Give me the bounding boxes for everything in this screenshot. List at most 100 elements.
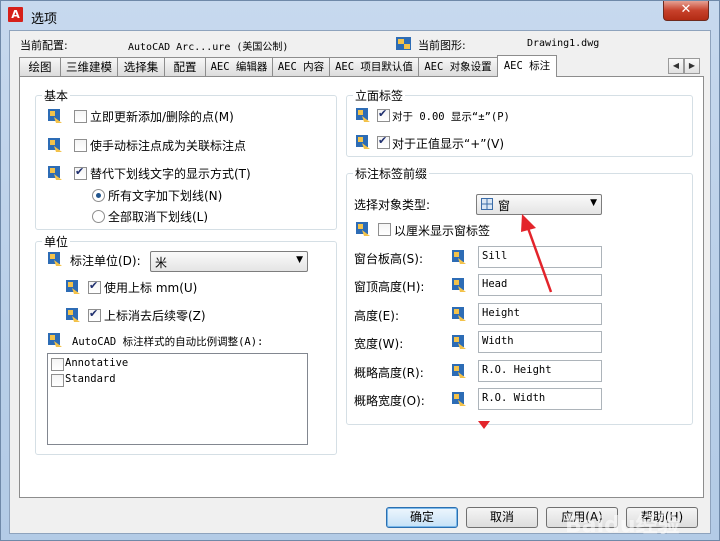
dialog-window: A 选项 ✕ 当前配置: AutoCAD Arc...ure (美国公制) 当前… — [0, 0, 720, 541]
style-name: Annotative — [65, 357, 129, 369]
rough-width-input[interactable]: R.O. Width — [478, 388, 602, 410]
chevron-down-icon: ▼ — [590, 198, 597, 208]
autoscale-label: AutoCAD 标注样式的自动比例调整(A): — [72, 336, 264, 348]
height-input[interactable]: Height — [478, 303, 602, 325]
annotation-arrow-icon — [521, 214, 553, 293]
height-label: 高度(E): — [354, 309, 399, 323]
drawing-setting-icon — [48, 333, 62, 347]
tab-scroll-right-button[interactable]: ▶ — [684, 58, 700, 74]
drawing-setting-icon — [66, 308, 80, 322]
underline-all-radio[interactable] — [92, 189, 105, 202]
annotation-marker-icon — [478, 421, 490, 429]
rough-width-value: R.O. Width — [482, 392, 546, 404]
tab-aec-object-settings[interactable]: AEC 对象设置 — [418, 57, 498, 76]
object-type-select[interactable]: 窗 ▼ — [476, 194, 602, 215]
drawing-setting-icon — [452, 307, 466, 321]
tab-selection[interactable]: 选择集 — [117, 57, 165, 76]
dimension-styles-list[interactable]: Annotative Standard — [47, 353, 308, 445]
suppress-trailing-zeros-label: 上标消去后续零(Z) — [104, 309, 206, 323]
override-underline-checkbox[interactable] — [74, 165, 87, 180]
drawing-setting-icon — [48, 252, 62, 266]
width-input[interactable]: Width — [478, 331, 602, 353]
drawing-setting-icon — [48, 166, 62, 180]
associative-points-label: 使手动标注点成为关联标注点 — [90, 139, 247, 153]
watermark: Baidu经验 — [565, 513, 680, 538]
width-label: 宽度(W): — [354, 337, 404, 351]
dialog-title: 选项 — [31, 12, 58, 27]
drawing-setting-icon — [452, 250, 466, 264]
tab-aec-dimension[interactable]: AEC 标注 — [497, 55, 557, 77]
chevron-down-icon: ▼ — [296, 255, 303, 265]
close-button[interactable]: ✕ — [663, 1, 709, 21]
remove-underline-radio[interactable] — [92, 210, 105, 223]
style-name: Standard — [65, 373, 116, 385]
head-height-value: Head — [482, 278, 508, 290]
plus-positive-label: 对于正值显示“+”(V) — [392, 137, 505, 151]
rough-width-label: 概略宽度(O): — [354, 394, 425, 408]
drawing-setting-icon — [356, 108, 370, 122]
superscript-mm-checkbox[interactable] — [88, 279, 101, 294]
object-type-label: 选择对象类型: — [354, 198, 431, 212]
rough-height-input[interactable]: R.O. Height — [478, 360, 602, 382]
plus-positive-checkbox[interactable] — [377, 134, 390, 149]
drawing-setting-icon — [66, 280, 80, 294]
head-height-label: 窗顶高度(H): — [354, 280, 425, 294]
dimension-unit-select[interactable]: 米 ▼ — [150, 251, 308, 272]
dialog-client: 当前配置: AutoCAD Arc...ure (美国公制) 当前图形: Dra… — [9, 30, 711, 538]
tab-aec-content[interactable]: AEC 内容 — [272, 57, 330, 76]
tab-strip: 绘图 三维建模 选择集 配置 AEC 编辑器 AEC 内容 AEC 项目默认值 … — [19, 55, 669, 77]
update-points-checkbox[interactable] — [74, 110, 87, 123]
tab-profiles[interactable]: 配置 — [164, 57, 206, 76]
remove-underline-label: 全部取消下划线(L) — [108, 210, 209, 224]
centimeter-labels-label: 以厘米显示窗标签 — [394, 224, 491, 238]
override-underline-label: 替代下划线文字的显示方式(T) — [90, 167, 251, 181]
drawing-setting-icon — [452, 335, 466, 349]
current-config-label: 当前配置: — [20, 39, 68, 52]
width-value: Width — [482, 335, 514, 347]
tab-3d-modeling[interactable]: 三维建模 — [60, 57, 118, 76]
underline-all-label: 所有文字加下划线(N) — [108, 189, 223, 203]
drawing-setting-icon — [356, 222, 370, 236]
window-icon — [481, 198, 493, 210]
tab-panel-aec-dimension: 基本 立即更新添加/删除的点(M) 使手动标注点成为关联标注点 替代下划线文字的… — [19, 76, 704, 498]
current-config-value: AutoCAD Arc...ure (美国公制) — [128, 42, 289, 53]
dimension-unit-label: 标注单位(D): — [70, 254, 141, 268]
dimension-unit-value: 米 — [155, 256, 168, 270]
object-type-value: 窗 — [498, 199, 511, 213]
sill-height-label: 窗台板高(S): — [354, 252, 424, 266]
centimeter-labels-checkbox[interactable] — [378, 223, 391, 236]
drawing-setting-icon — [452, 364, 466, 378]
tab-drafting[interactable]: 绘图 — [19, 57, 61, 76]
cancel-button[interactable]: 取消 — [466, 507, 538, 528]
current-drawing-label: 当前图形: — [418, 39, 466, 52]
plus-minus-zero-checkbox[interactable] — [377, 107, 390, 122]
height-value: Height — [482, 307, 520, 319]
style-checkbox[interactable] — [51, 358, 64, 371]
basic-group-title: 基本 — [42, 87, 71, 104]
style-checkbox[interactable] — [51, 374, 64, 387]
current-drawing-value: Drawing1.dwg — [527, 38, 600, 49]
units-group-title: 单位 — [42, 233, 71, 250]
rough-height-value: R.O. Height — [482, 364, 552, 376]
drawing-setting-icon — [48, 109, 62, 123]
label-prefix-title: 标注标签前缀 — [353, 165, 430, 182]
tab-scroll-left-button[interactable]: ◀ — [668, 58, 684, 74]
superscript-mm-label: 使用上标 mm(U) — [104, 281, 198, 295]
drawing-setting-icon — [356, 135, 370, 149]
ok-button[interactable]: 确定 — [386, 507, 458, 528]
title-bar[interactable]: A 选项 ✕ — [1, 1, 719, 30]
suppress-trailing-zeros-checkbox[interactable] — [88, 307, 101, 322]
drawing-setting-icon — [452, 392, 466, 406]
associative-points-checkbox[interactable] — [74, 139, 87, 152]
plus-minus-zero-label: 对于 0.00 显示“±”(P) — [392, 111, 510, 123]
tab-aec-project-defaults[interactable]: AEC 项目默认值 — [329, 57, 419, 76]
drawing-icon — [396, 37, 411, 50]
drawing-setting-icon — [48, 138, 62, 152]
elevation-labels-title: 立面标签 — [353, 87, 406, 104]
update-points-label: 立即更新添加/删除的点(M) — [90, 110, 234, 124]
drawing-setting-icon — [452, 278, 466, 292]
autocad-app-icon: A — [8, 7, 23, 22]
rough-height-label: 概略高度(R): — [354, 366, 424, 380]
tab-aec-editor[interactable]: AEC 编辑器 — [205, 57, 273, 76]
sill-height-value: Sill — [482, 250, 508, 262]
